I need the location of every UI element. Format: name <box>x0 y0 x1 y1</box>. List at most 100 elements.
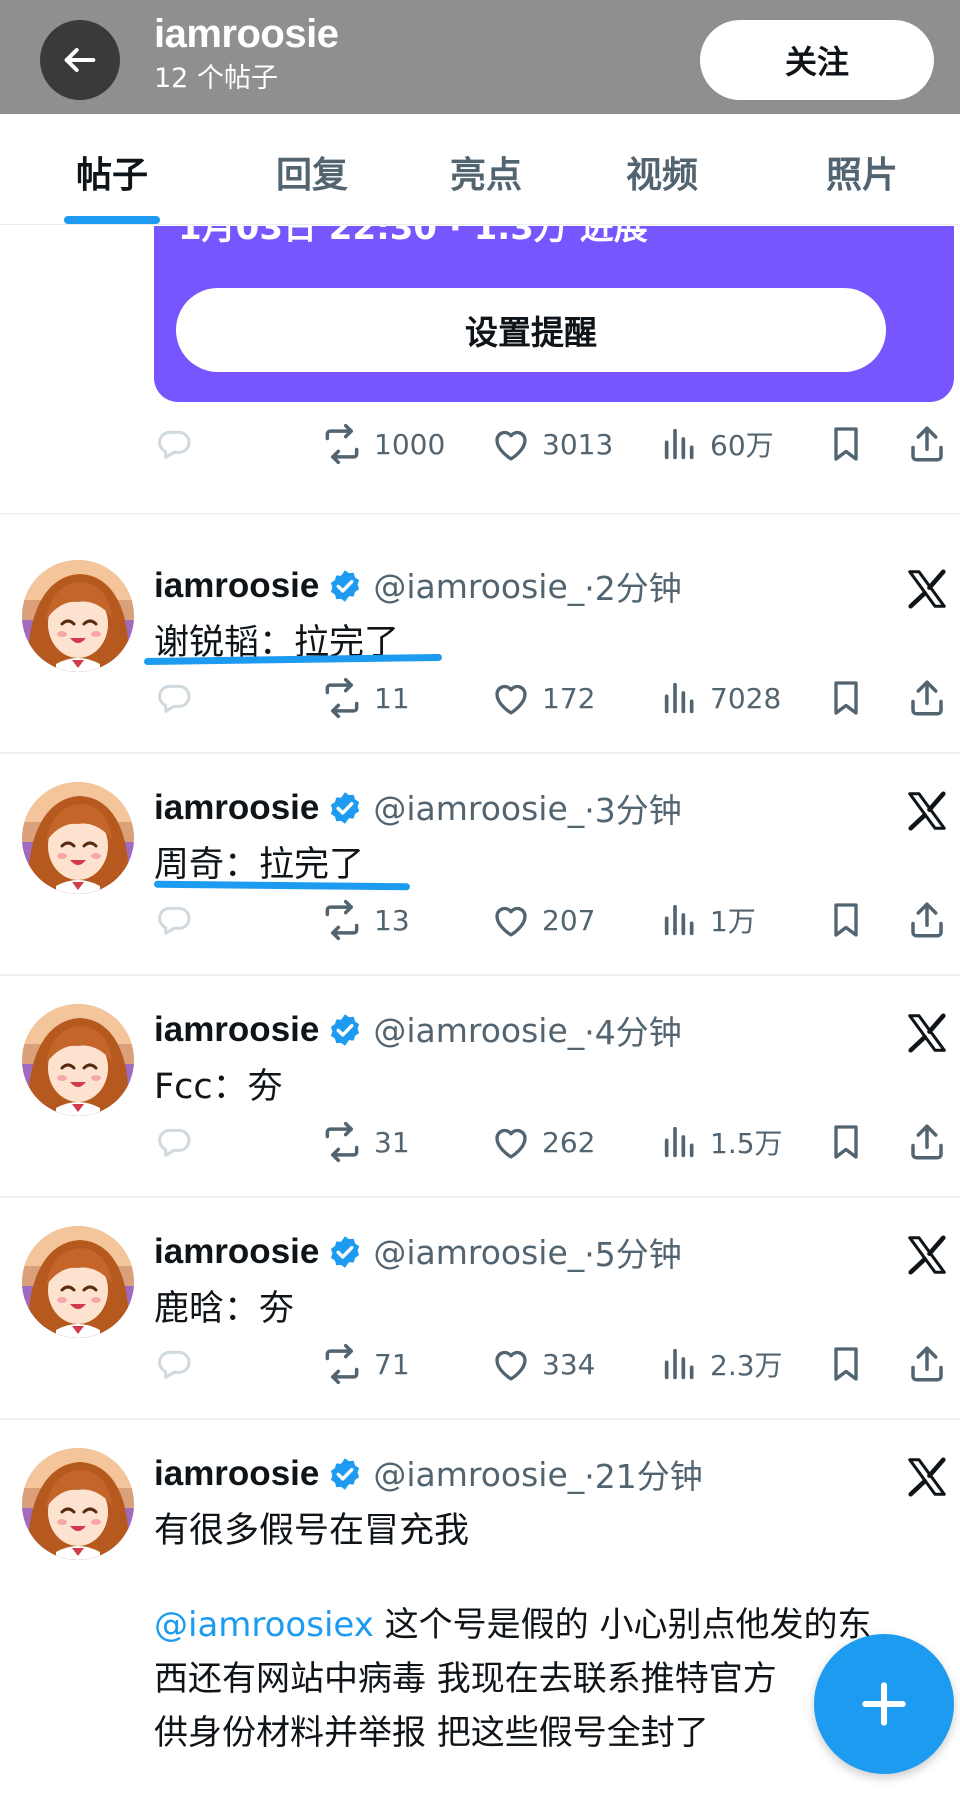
avatar[interactable] <box>22 1448 134 1560</box>
like-icon <box>490 1121 532 1163</box>
views-button[interactable]: 2.3万 <box>660 1338 783 1390</box>
author-name[interactable]: iamroosie <box>154 788 319 828</box>
tweet-text: 有很多假号在冒充我 <box>154 1511 470 1551</box>
like-icon <box>490 899 532 941</box>
bookmark-button[interactable] <box>826 1116 866 1168</box>
retweet-count: 31 <box>374 1125 410 1159</box>
author-handle[interactable]: @iamroosie_ <box>373 1233 584 1272</box>
like-button[interactable]: 3013 <box>490 418 613 470</box>
author-handle[interactable]: @iamroosie_ <box>373 789 584 828</box>
views-icon <box>660 424 700 464</box>
bookmark-button[interactable] <box>826 672 866 724</box>
avatar[interactable] <box>22 1226 134 1338</box>
tweet-time[interactable]: ·5分钟 <box>584 1228 682 1276</box>
bookmark-icon <box>826 1344 866 1384</box>
like-count: 207 <box>542 903 596 937</box>
tweet-body-line: 供身份材料并举报 把这些假号全封了 <box>154 1713 709 1753</box>
author-name[interactable]: iamroosie <box>154 1454 319 1494</box>
follow-button[interactable]: 关注 <box>700 20 934 100</box>
author-handle[interactable]: @iamroosie_ <box>373 1011 584 1050</box>
reply-icon <box>154 678 194 718</box>
author-name[interactable]: iamroosie <box>154 566 319 606</box>
retweet-button[interactable]: 31 <box>320 1116 410 1168</box>
retweet-icon <box>320 676 364 720</box>
bookmark-icon <box>826 424 866 464</box>
avatar[interactable] <box>22 782 134 894</box>
tab-replies[interactable]: 回复 <box>276 146 348 198</box>
views-button[interactable]: 1万 <box>660 894 756 946</box>
reply-button[interactable] <box>154 672 194 724</box>
share-button[interactable] <box>906 894 948 946</box>
compose-button[interactable] <box>814 1634 954 1774</box>
bookmark-icon <box>826 900 866 940</box>
set-reminder-button[interactable]: 设置提醒 <box>176 288 886 372</box>
like-button[interactable]: 262 <box>490 1116 595 1168</box>
avatar[interactable] <box>22 560 134 672</box>
retweet-icon <box>320 1342 364 1386</box>
tweet-time[interactable]: ·2分钟 <box>584 562 682 610</box>
tab-photos[interactable]: 照片 <box>826 146 898 198</box>
views-button[interactable]: 60万 <box>660 418 774 470</box>
reply-button[interactable] <box>154 894 194 946</box>
tweet-time[interactable]: ·21分钟 <box>584 1450 702 1498</box>
tweet[interactable]: iamroosie @iamroosie_ ·5分钟 鹿晗：夯 71 334 2… <box>0 1226 960 1416</box>
author-handle[interactable]: @iamroosie_ <box>373 567 584 606</box>
divider <box>0 1418 960 1420</box>
retweet-button[interactable]: 11 <box>320 672 410 724</box>
verified-badge-icon <box>327 1012 363 1048</box>
tweet[interactable]: iamroosie @iamroosie_ ·2分钟 谢锐韬：拉完了 11 17… <box>0 560 960 750</box>
x-logo-icon <box>904 566 950 612</box>
scheduled-time-text: 1月03日 22:30 · 1.3万 进展 <box>178 226 648 248</box>
like-button[interactable]: 207 <box>490 894 595 946</box>
tweet-actions: 31 262 1.5万 <box>154 1116 954 1168</box>
avatar[interactable] <box>22 1004 134 1116</box>
retweet-button[interactable]: 1000 <box>320 418 445 470</box>
verified-badge-icon <box>327 1234 363 1270</box>
tab-videos[interactable]: 视频 <box>626 146 698 198</box>
blue-underline-annotation <box>153 880 411 891</box>
tweet-actions: 11 172 7028 <box>154 672 954 724</box>
like-button[interactable]: 172 <box>490 672 595 724</box>
tab-highlights[interactable]: 亮点 <box>450 146 522 198</box>
share-button[interactable] <box>906 672 948 724</box>
retweet-button[interactable]: 71 <box>320 1338 410 1390</box>
verified-badge-icon <box>327 568 363 604</box>
tweet-body-line: @iamroosiex 这个号是假的 小心别点他发的东 <box>154 1598 871 1652</box>
like-count: 334 <box>542 1347 596 1381</box>
like-button[interactable]: 334 <box>490 1338 595 1390</box>
active-tab-indicator <box>64 216 160 224</box>
back-button[interactable] <box>40 20 120 100</box>
reply-button[interactable] <box>154 1338 194 1390</box>
bookmark-button[interactable] <box>826 418 866 470</box>
share-icon <box>906 1343 948 1385</box>
like-count: 3013 <box>542 427 614 461</box>
retweet-button[interactable]: 13 <box>320 894 410 946</box>
views-button[interactable]: 7028 <box>660 672 781 724</box>
tweet-time[interactable]: ·3分钟 <box>584 784 682 832</box>
tweet-actions: 1000 3013 60万 <box>154 418 954 470</box>
tweet[interactable]: iamroosie @iamroosie_ ·4分钟 Fcc：夯 31 262 … <box>0 1004 960 1194</box>
tweet[interactable]: iamroosie @iamroosie_ ·3分钟 周奇：拉完了 13 207… <box>0 782 960 972</box>
views-count: 1万 <box>710 905 756 938</box>
share-button[interactable] <box>906 418 948 470</box>
bookmark-button[interactable] <box>826 1338 866 1390</box>
retweet-count: 1000 <box>374 427 446 461</box>
author-name[interactable]: iamroosie <box>154 1010 319 1050</box>
tweet-time[interactable]: ·4分钟 <box>584 1006 682 1054</box>
views-button[interactable]: 1.5万 <box>660 1116 783 1168</box>
author-handle[interactable]: @iamroosie_ <box>373 1455 584 1494</box>
scheduled-space-card: 1月03日 22:30 · 1.3万 进展 设置提醒 <box>154 226 954 402</box>
divider <box>0 513 960 515</box>
share-button[interactable] <box>906 1338 948 1390</box>
reply-button[interactable] <box>154 1116 194 1168</box>
profile-tabs: 帖子 回复 亮点 视频 照片 <box>0 114 960 225</box>
retweet-count: 11 <box>374 681 410 715</box>
mention-link[interactable]: @iamroosiex <box>154 1605 374 1645</box>
reply-button[interactable] <box>154 418 194 470</box>
bookmark-button[interactable] <box>826 894 866 946</box>
tweet[interactable]: iamroosie @iamroosie_ ·21分钟 有很多假号在冒充我 @i… <box>0 1448 960 1805</box>
share-button[interactable] <box>906 1116 948 1168</box>
verified-badge-icon <box>327 790 363 826</box>
tab-posts[interactable]: 帖子 <box>76 146 148 198</box>
author-name[interactable]: iamroosie <box>154 1232 319 1272</box>
